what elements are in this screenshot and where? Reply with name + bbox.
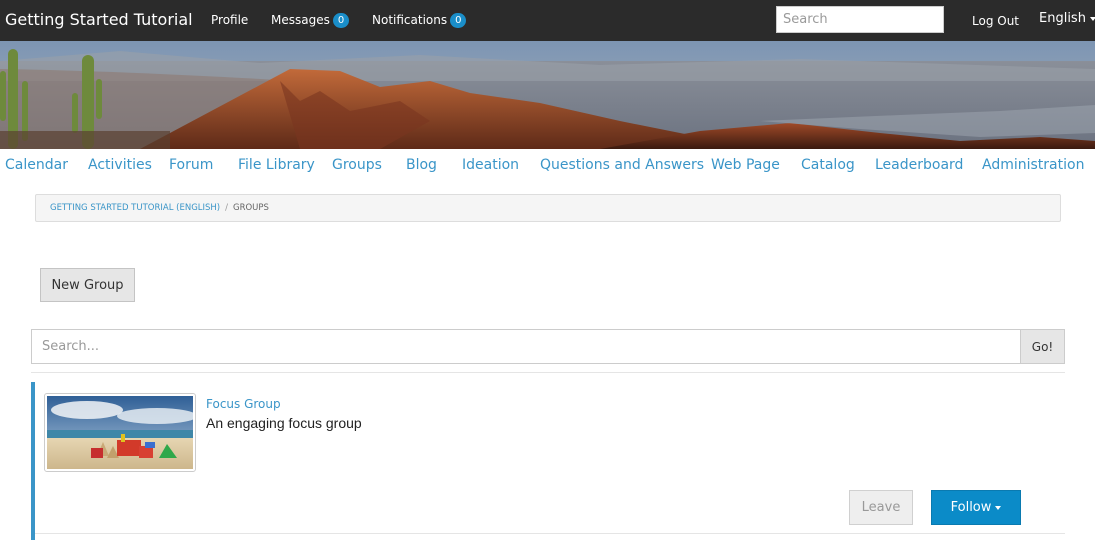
desert-mountain-banner [0, 41, 1095, 149]
notifications-link-label: Notifications [372, 13, 448, 27]
search-go-button[interactable]: Go! [1020, 329, 1065, 364]
group-description: An engaging focus group [206, 415, 362, 431]
group-list-item: Focus Group An engaging focus group Leav… [31, 382, 1065, 540]
nav-item-file-library[interactable]: File Library [238, 157, 315, 173]
header-banner-image [0, 41, 1095, 149]
group-item-accent-bar [31, 382, 35, 540]
breadcrumb: GETTING STARTED TUTORIAL (ENGLISH) / GROUP… [35, 194, 1061, 222]
new-group-button[interactable]: New Group [40, 268, 135, 302]
leave-group-button[interactable]: Leave [849, 490, 913, 525]
nav-item-questions-and-answers[interactable]: Questions and Answers [540, 157, 704, 173]
nav-item-groups[interactable]: Groups [332, 157, 382, 173]
notifications-count-badge: 0 [450, 13, 467, 28]
nav-item-forum[interactable]: Forum [169, 157, 213, 173]
chevron-down-icon [995, 505, 1002, 510]
nav-item-administration[interactable]: Administration [982, 157, 1084, 173]
breadcrumb-root-link[interactable]: GETTING STARTED TUTORIAL (ENGLISH) [50, 203, 220, 213]
main-navigation: Calendar Activities Forum File Library G… [0, 157, 1095, 179]
list-divider [31, 372, 1065, 373]
follow-button-label: Follow [950, 500, 992, 515]
breadcrumb-current: GROUPS [233, 203, 269, 213]
messages-count-badge: 0 [332, 13, 350, 28]
profile-link[interactable]: Profile [211, 13, 248, 27]
group-search-input[interactable] [31, 329, 1021, 364]
beach-sandcastle-image [47, 396, 195, 469]
site-search-input[interactable] [776, 6, 944, 33]
nav-item-web-page[interactable]: Web Page [711, 157, 780, 173]
nav-item-catalog[interactable]: Catalog [801, 157, 855, 173]
messages-link-label: Messages [271, 13, 330, 27]
language-dropdown-label: English [1039, 11, 1086, 26]
list-divider [35, 533, 1065, 534]
chevron-down-icon [1089, 16, 1095, 21]
logout-link[interactable]: Log Out [972, 14, 1019, 28]
messages-link[interactable]: Messages 0 [271, 13, 350, 28]
top-navbar: Getting Started Tutorial Profile Message… [0, 0, 1095, 41]
group-thumbnail[interactable] [44, 393, 196, 472]
nav-item-ideation[interactable]: Ideation [462, 157, 519, 173]
notifications-link[interactable]: Notifications 0 [372, 13, 467, 28]
breadcrumb-separator: / [225, 203, 228, 213]
nav-item-activities[interactable]: Activities [88, 157, 152, 173]
follow-dropdown-button[interactable]: Follow [931, 490, 1021, 525]
nav-item-calendar[interactable]: Calendar [5, 157, 68, 173]
nav-item-leaderboard[interactable]: Leaderboard [875, 157, 963, 173]
site-brand[interactable]: Getting Started Tutorial [5, 10, 193, 29]
language-dropdown[interactable]: English [1039, 11, 1095, 26]
group-name-link[interactable]: Focus Group [206, 397, 281, 411]
nav-item-blog[interactable]: Blog [406, 157, 437, 173]
logout-link-label: Log Out [972, 14, 1020, 28]
profile-link-label: Profile [211, 13, 249, 27]
